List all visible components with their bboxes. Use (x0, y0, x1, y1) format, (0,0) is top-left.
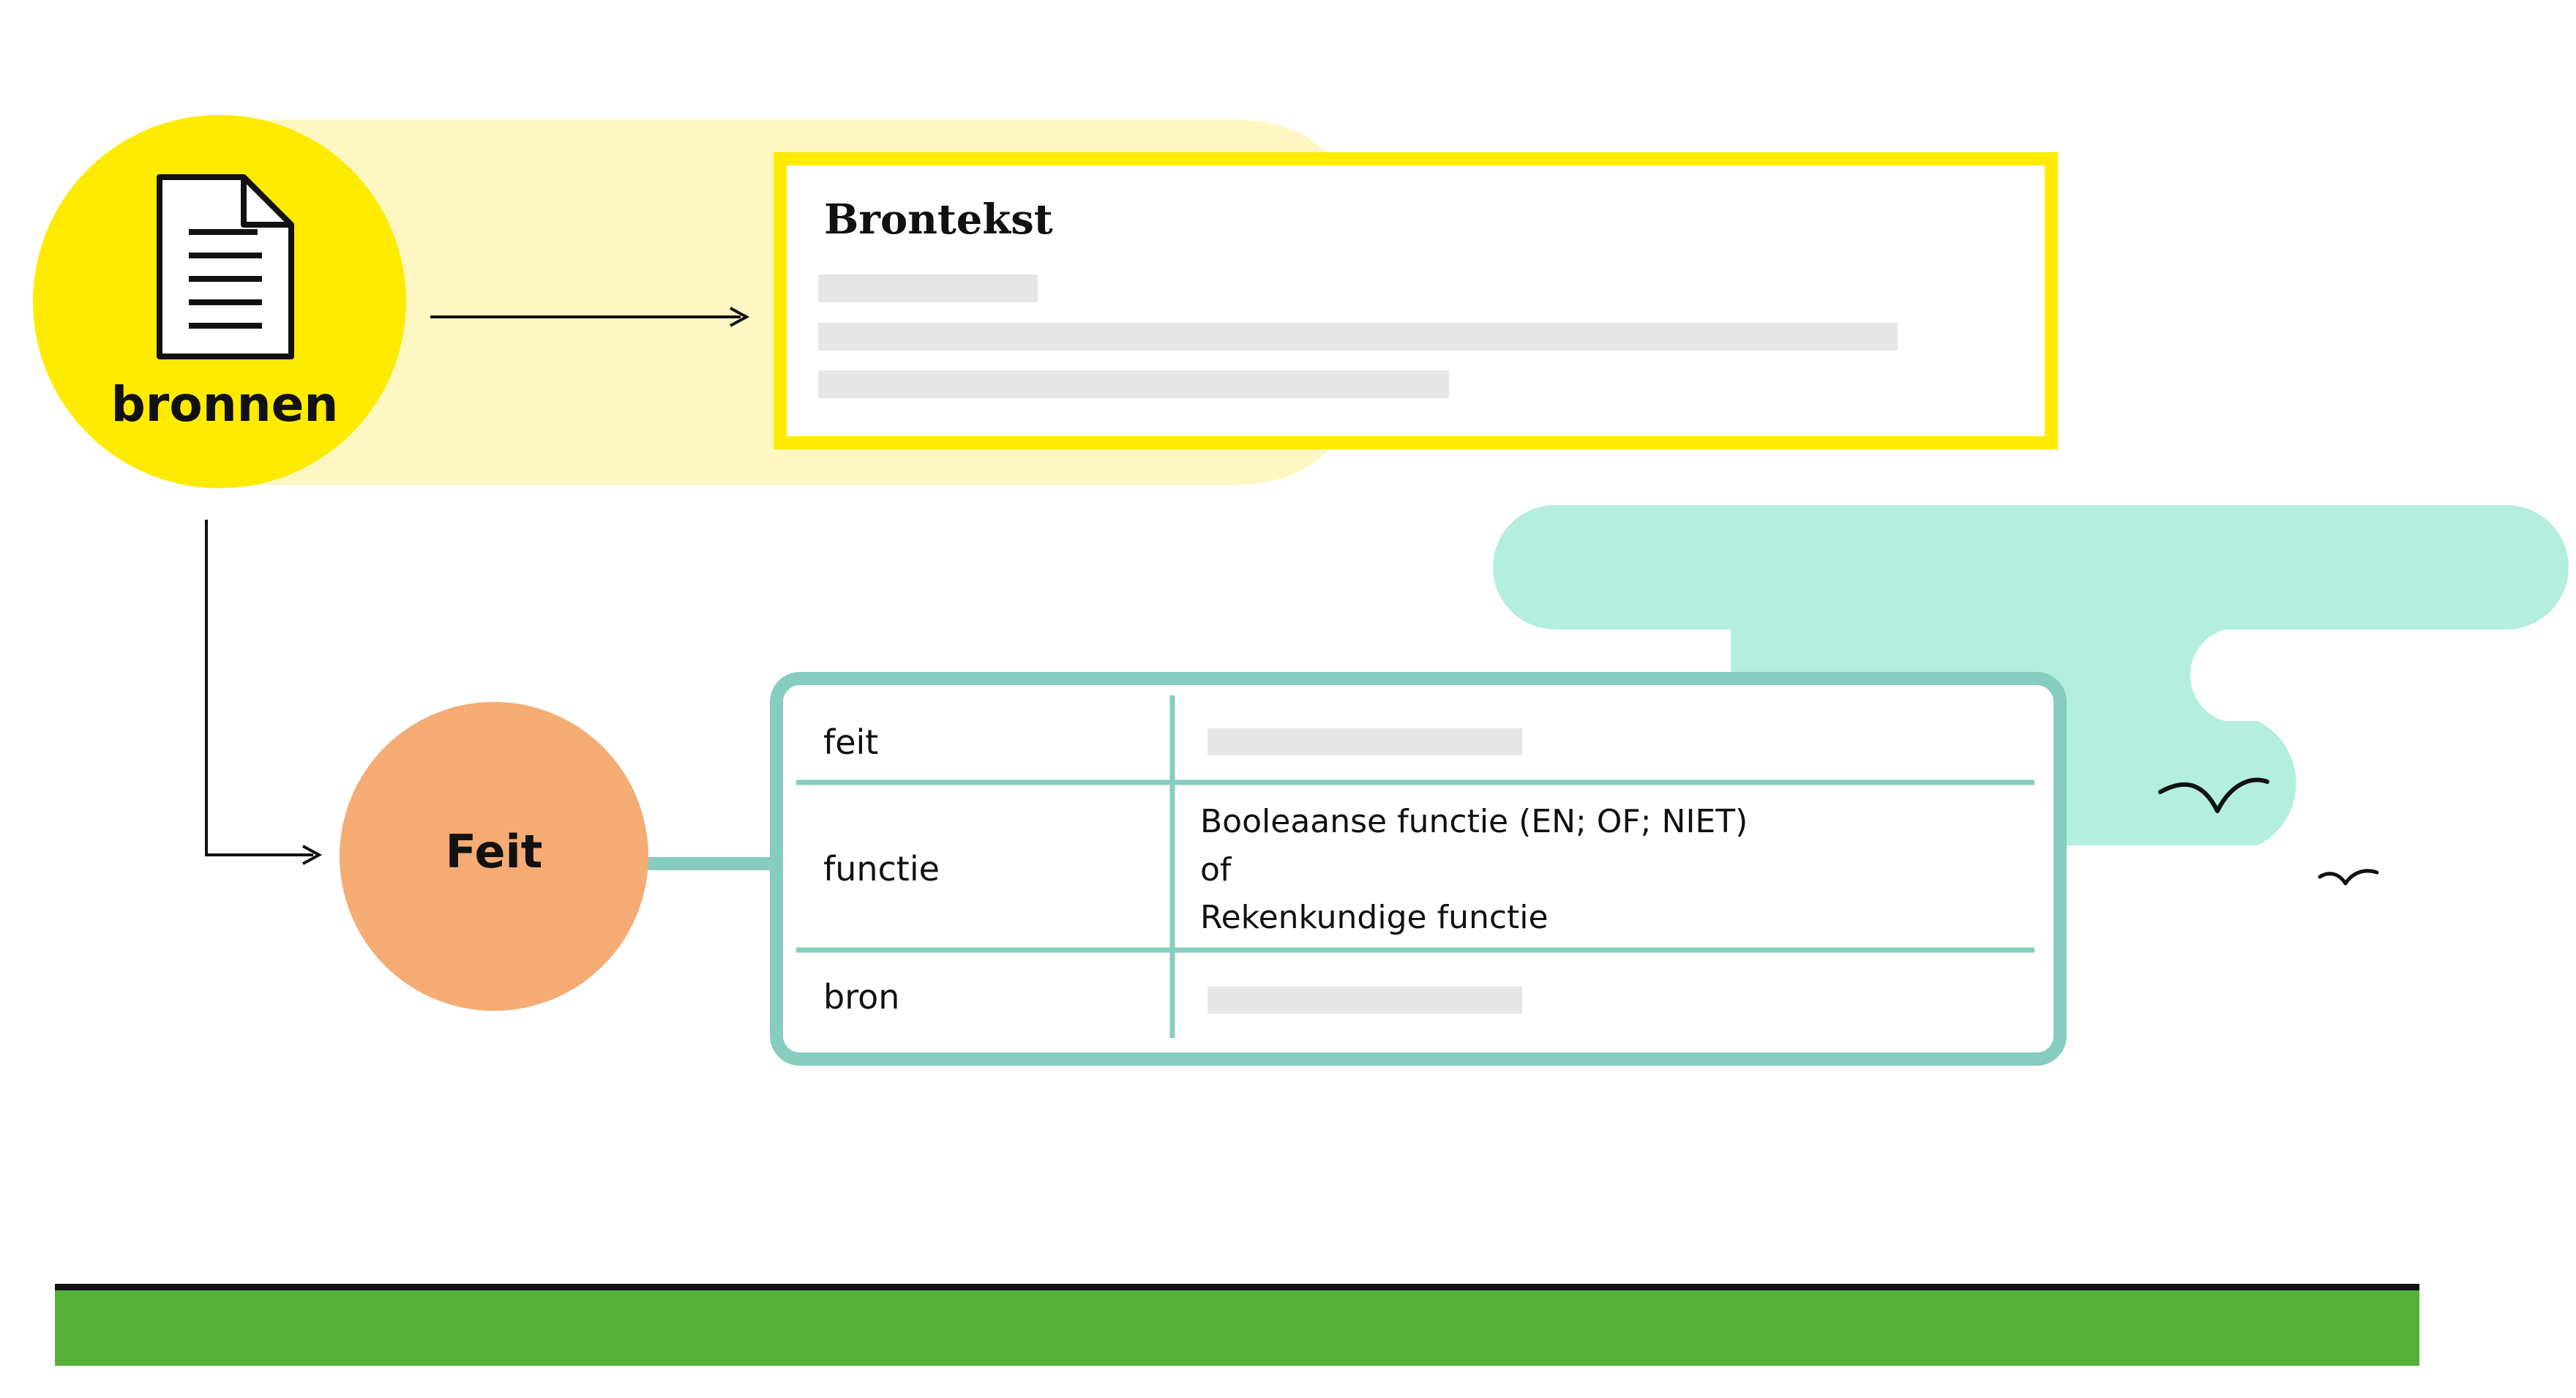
table-cell-value: Rekenkundige functie (1200, 899, 1549, 936)
placeholder-value (1208, 728, 1522, 755)
diagram-canvas: bronnen Brontekst Feit feit functie Bool… (33, 115, 2569, 1366)
fact-node-label: Feit (446, 825, 543, 878)
fact-connector (637, 857, 783, 870)
ground-edge (55, 1284, 2419, 1290)
table-cell-value: Booleaanse functie (EN; OF; NIET) (1200, 803, 1748, 840)
table-row-label: feit (823, 722, 878, 762)
source-node-label: bronnen (111, 376, 339, 433)
placeholder-line (818, 323, 1898, 351)
placeholder-value (1208, 987, 1522, 1014)
arrow-to-fact-node (205, 520, 323, 865)
table-row-label: functie (823, 849, 940, 889)
placeholder-line (818, 274, 1038, 302)
table-row-label: bron (823, 977, 899, 1017)
ground-strip (55, 1287, 2419, 1366)
placeholder-line (818, 370, 1449, 398)
source-card-title: Brontekst (824, 195, 1053, 244)
table-cell-value: of (1200, 851, 1232, 889)
bird-icon (2318, 869, 2379, 886)
document-icon (157, 174, 294, 359)
